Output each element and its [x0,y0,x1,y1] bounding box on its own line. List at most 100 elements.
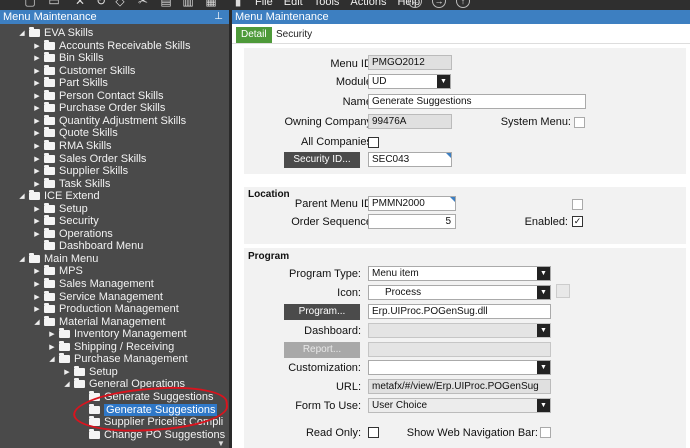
tree-item[interactable]: ▶ Security [33,215,99,227]
expand-arrow-right-icon[interactable]: ▶ [33,54,41,62]
delete-icon[interactable]: ✕ [74,0,86,7]
expand-arrow-right-icon[interactable]: ▶ [63,368,71,376]
tree-item[interactable]: ▶ Customer Skills [33,64,135,77]
scroll-down-icon[interactable]: ▼ [217,439,225,448]
up-icon[interactable]: ↑ [456,0,470,8]
tree-item[interactable]: ▶ Shipping / Receiving [48,340,174,353]
tree-item[interactable]: ▶ Part Skills [33,77,108,89]
expand-arrow-right-icon[interactable]: ▶ [48,343,56,351]
pin-icon[interactable]: ⊥ [214,10,223,24]
tree-item[interactable]: Dashboard Menu [33,240,143,252]
folder-icon [44,102,55,113]
expand-arrow-right-icon[interactable]: ▶ [33,217,41,225]
tree-item[interactable]: ◢ Material Management [33,315,165,328]
enabled-checkbox[interactable]: ✓ [572,216,583,227]
expand-arrow-down-icon[interactable]: ◢ [18,29,26,37]
tab-detail[interactable]: Detail [236,27,272,43]
customization-select[interactable]: ▼ [368,360,551,375]
parent-menu-id-field[interactable]: PMMN2000 [368,196,456,211]
dropdown-icon[interactable]: ▼ [537,361,550,374]
menu-tools[interactable]: Tools [314,0,340,8]
expand-arrow-down-icon[interactable]: ◢ [48,355,56,363]
expand-arrow-right-icon[interactable]: ▶ [33,142,41,150]
clipboard-icon[interactable]: ▥ [182,0,194,7]
book-icon[interactable]: ▮ [232,0,244,7]
tree-item[interactable]: ▶ Operations [33,227,113,240]
tree-item[interactable]: ▶ RMA Skills [33,139,112,152]
paste-icon[interactable]: ▤ [160,0,172,7]
tab-security[interactable]: Security [271,27,317,43]
expand-arrow-right-icon[interactable]: ▶ [33,79,41,87]
program-type-select[interactable]: Menu item ▼ [368,266,551,281]
tree-item[interactable]: ▶ Sales Management [33,278,154,290]
expand-arrow-right-icon[interactable]: ▶ [33,205,41,213]
expand-arrow-right-icon[interactable]: ▶ [33,280,41,288]
tree-item[interactable]: ▶ Person Contact Skills [33,89,164,102]
expand-arrow-right-icon[interactable]: ▶ [33,267,41,275]
expand-arrow-down-icon[interactable]: ◢ [33,318,41,326]
expand-arrow-down-icon[interactable]: ◢ [18,192,26,200]
tree-item[interactable]: ▶ Setup [63,365,118,378]
menu-file[interactable]: File [255,0,273,8]
forward-icon[interactable]: → [432,0,446,8]
all-companies-checkbox[interactable] [368,137,379,148]
expand-arrow-right-icon[interactable]: ▶ [33,293,41,301]
tree-item[interactable]: ▶ Supplier Skills [33,165,128,177]
dropdown-icon[interactable]: ▼ [537,267,550,280]
tree-item[interactable]: ▶ Production Management [33,303,179,315]
menu-actions[interactable]: Actions [350,0,386,8]
expand-arrow-right-icon[interactable]: ▶ [33,67,41,75]
menu-edit[interactable]: Edit [284,0,303,8]
tree-item[interactable]: ▶ Accounts Receivable Skills [33,39,190,52]
tree-item[interactable]: ◢ Main Menu [18,252,99,265]
tree-item[interactable]: ▶ Task Skills [33,177,110,190]
tree-item[interactable]: ▶ Purchase Order Skills [33,102,165,114]
tree-item[interactable]: ▶ Sales Order Skills [33,152,146,165]
expand-arrow-right-icon[interactable]: ▶ [33,155,41,163]
module-select[interactable]: UD ▼ [368,74,451,89]
dropdown-icon[interactable]: ▼ [437,75,450,88]
tree-item[interactable]: ▶ Setup [33,202,88,215]
tree-item[interactable]: ▶ Inventory Management [48,328,187,340]
location-checkbox [572,199,583,210]
refresh-icon[interactable]: ↻ [95,0,107,7]
security-id-field[interactable]: SEC043 [368,152,452,167]
dropdown-icon[interactable]: ▼ [537,399,550,412]
tree-item[interactable]: ▶ MPS [33,265,83,277]
tree-item[interactable]: ▶ Quantity Adjustment Skills [33,114,186,127]
expand-arrow-right-icon[interactable]: ▶ [33,117,41,125]
tree-item[interactable]: ▶ Quote Skills [33,127,118,139]
program-field[interactable]: Erp.UIProc.POGenSug.dll [368,304,551,319]
expand-arrow-right-icon[interactable]: ▶ [33,180,41,188]
icon-select[interactable]: Process ▼ [368,285,551,300]
expand-arrow-right-icon[interactable]: ▶ [48,330,56,338]
tree-item[interactable]: ▶ Bin Skills [33,52,104,64]
expand-arrow-right-icon[interactable]: ▶ [33,42,41,50]
expand-arrow-right-icon[interactable]: ▶ [33,129,41,137]
expand-arrow-right-icon[interactable]: ▶ [33,92,41,100]
copy-icon[interactable]: ▭ [48,0,60,7]
tree-item[interactable]: ▶ Service Management [33,290,163,303]
form-to-use-select[interactable]: User Choice ▼ [368,398,551,413]
expand-arrow-right-icon[interactable]: ▶ [33,305,41,313]
tree-item[interactable]: ◢ EVA Skills [18,27,93,39]
expand-arrow-right-icon[interactable]: ▶ [33,167,41,175]
tree-item[interactable]: ◢ ICE Extend [18,190,100,202]
expand-arrow-right-icon[interactable]: ▶ [33,104,41,112]
tree-item-label: Production Management [59,303,179,316]
new-icon[interactable]: ▢ [24,0,36,7]
print-icon[interactable]: ▦ [205,0,217,7]
expand-arrow-down-icon[interactable]: ◢ [63,380,71,388]
tree-item[interactable]: ◢ Purchase Management [48,353,188,365]
cut-icon[interactable]: ✂ [137,0,149,7]
program-button[interactable]: Program... [284,304,360,320]
security-id-button[interactable]: Security ID... [284,152,360,168]
expand-arrow-right-icon[interactable]: ▶ [33,230,41,238]
dropdown-icon[interactable]: ▼ [537,286,550,299]
expand-arrow-down-icon[interactable]: ◢ [18,255,26,263]
tree-item-label: Main Menu [44,252,99,265]
read-only-checkbox[interactable] [368,427,379,438]
name-field[interactable]: Generate Suggestions [368,94,586,109]
tag-icon[interactable]: ◇ [114,0,126,7]
order-sequence-field[interactable]: 5 [368,214,456,229]
